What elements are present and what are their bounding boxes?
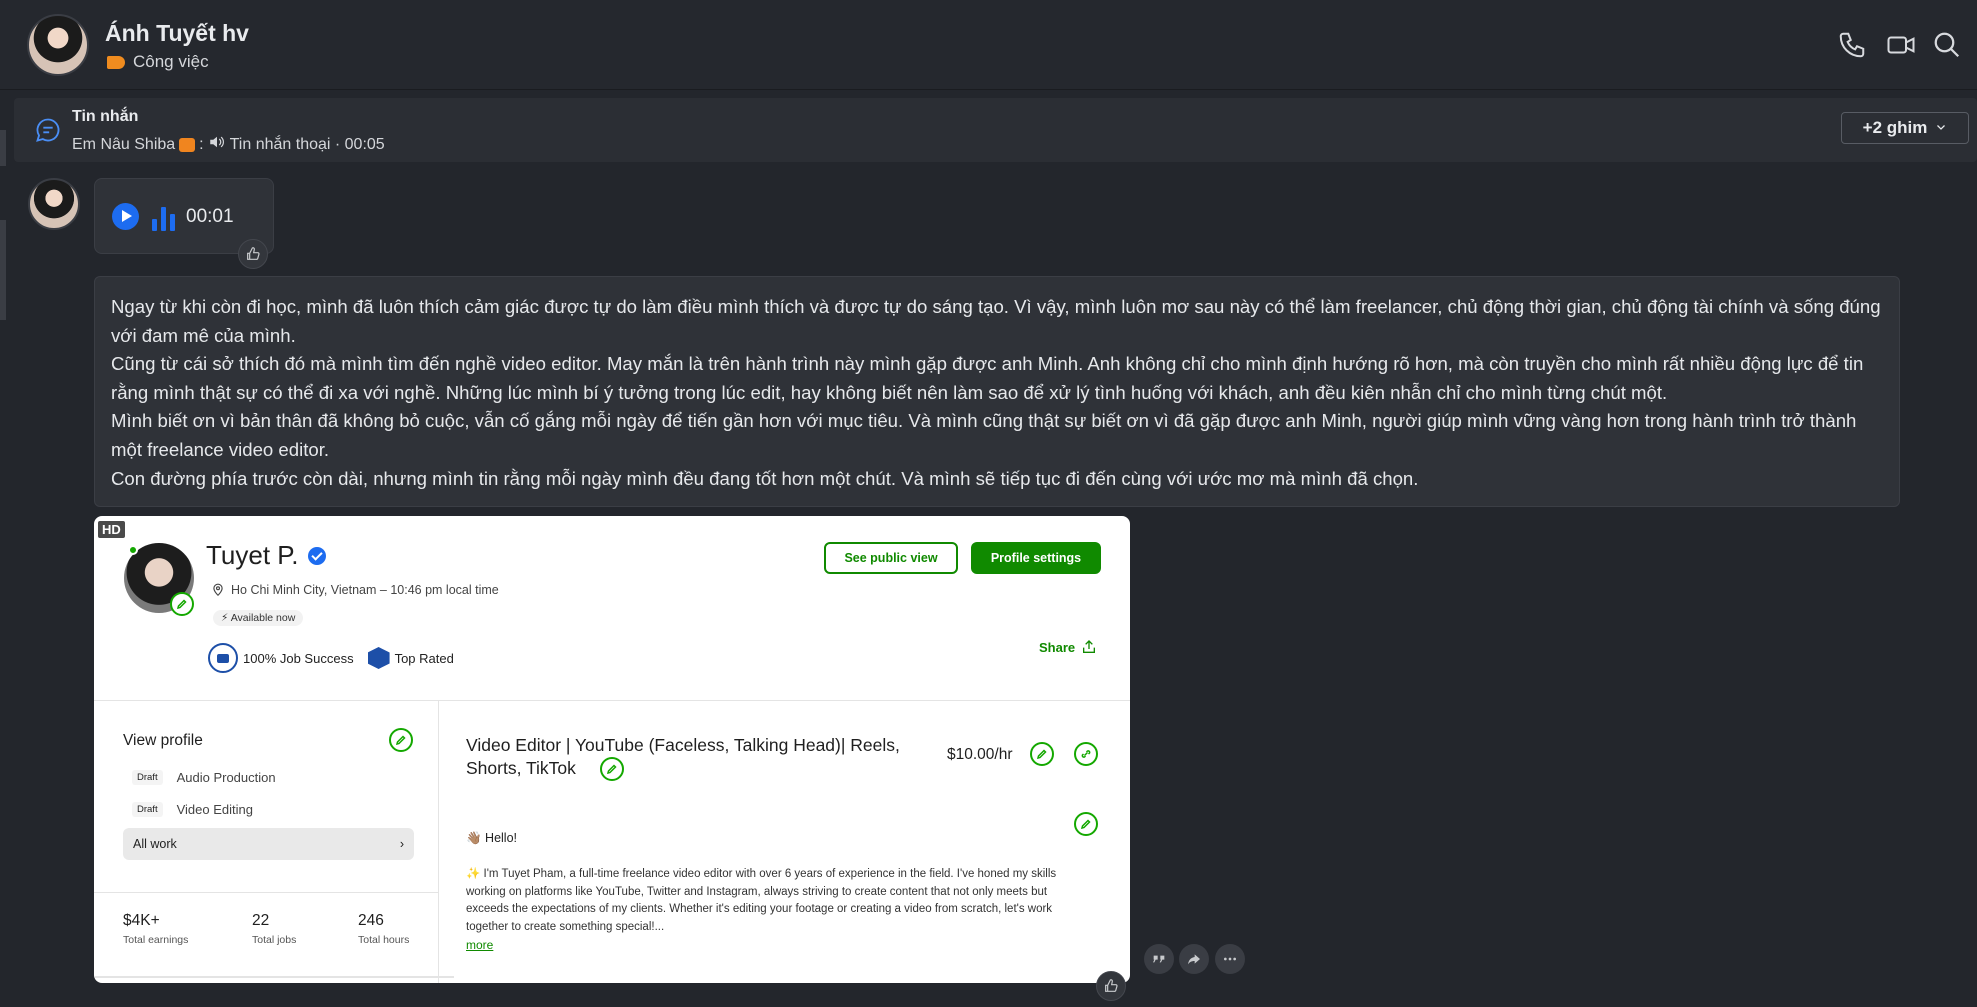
draft-item: Draft Audio Production [132,770,276,785]
link-icon [1074,742,1098,766]
chevron-down-icon [1935,118,1947,138]
chevron-right-icon: › [399,837,404,851]
hd-badge: HD [98,521,125,538]
edit-icon [1030,742,1054,766]
quote-reply-button[interactable] [1144,944,1174,974]
availability-text: Available now [230,612,296,624]
cat-emoji-icon [179,137,196,152]
scroll-marker [0,220,6,320]
play-icon[interactable] [112,203,139,230]
search-icon[interactable] [1932,30,1962,60]
draft-label: Video Editing [176,802,253,817]
pinned-content: Tin nhắn thoại · 00:05 [229,135,385,153]
draft-badge: Draft [132,770,163,785]
top-rated-text: Top Rated [394,650,454,666]
edit-icon [389,728,413,752]
bio-greeting: 👋🏽 Hello! [466,831,517,845]
sender-avatar[interactable] [28,178,80,230]
draft-label: Audio Production [176,770,276,785]
more-options-button[interactable] [1215,944,1245,974]
stat-value: 246 [358,912,384,929]
more-link: more [466,938,494,952]
pinned-separator: : [199,135,204,153]
more-pins-label: +2 ghim [1862,118,1928,137]
stat-label: Total jobs [252,934,297,946]
contact-tag[interactable]: Công việc [107,52,209,72]
share-link: Share [1039,639,1097,655]
draft-badge: Draft [132,802,163,817]
stat-total-jobs: 22 Total jobs [252,912,296,946]
contact-avatar[interactable] [27,14,89,76]
edit-icon [1074,812,1098,836]
availability-badge: ⚡ Available now [213,610,304,626]
divider [94,700,1130,701]
stat-value: 22 [252,912,270,929]
chat-header: Ánh Tuyết hv Công việc [0,0,1977,90]
top-rated-badge: Top Rated [367,647,454,669]
more-icon [1224,957,1236,961]
stat-value: $4K+ [123,912,160,929]
quote-icon [1153,955,1165,963]
profile-settings-button: Profile settings [971,542,1101,574]
message-paragraph: Cũng từ cái sở thích đó mà mình tìm đến … [111,353,1864,403]
see-public-view-button: See public view [824,542,958,574]
stat-total-earnings: $4K+ Total earnings [123,912,188,946]
edit-icon [170,592,194,616]
top-rated-icon [367,647,390,669]
divider [94,892,438,893]
tag-icon [107,55,125,69]
message-paragraph: Mình biết ơn vì bản thân đã không bỏ cuộ… [111,410,1857,460]
more-pins-button[interactable]: +2 ghim [1841,112,1969,144]
edit-icon [600,757,624,781]
forward-button[interactable] [1179,944,1209,974]
draft-item: Draft Video Editing [132,802,253,817]
stat-label: Total earnings [123,934,189,946]
message-paragraph: Con đường phía trước còn dài, nhưng mình… [111,467,1419,489]
stat-total-hours: 246 Total hours [358,912,409,946]
thumbs-up-icon [1105,979,1118,992]
all-work-row: All work › [123,828,414,860]
speaker-icon [208,133,226,156]
tag-label: Công việc [133,52,209,71]
all-work-label: All work [133,837,177,851]
image-message[interactable]: HD Tuyet P. Ho Chi Minh City, Vietnam – … [94,516,1130,983]
hourly-rate: $10.00/hr [947,746,1013,763]
like-reaction-button[interactable] [1096,971,1126,1001]
divider [94,976,454,978]
share-icon [1083,640,1096,653]
phone-icon[interactable] [1837,30,1867,60]
divider [438,701,439,983]
job-success-text: 100% Job Success [243,650,354,666]
profile-name: Tuyet P. [206,540,299,570]
verified-icon [308,547,326,565]
bio-text: ✨ I'm Tuyet Pham, a full-time freelance … [466,868,1057,933]
message-paragraph: Ngay từ khi còn đi học, mình đã luôn thí… [111,296,1881,346]
location-pin-icon [213,583,223,597]
pinned-title: Tin nhắn [72,108,139,125]
crown-icon [208,643,238,673]
like-reaction-button[interactable] [238,239,268,269]
location-text: Ho Chi Minh City, Vietnam – 10:46 pm loc… [231,583,499,597]
voice-duration: 00:01 [186,206,234,227]
job-success-badge: 100% Job Success [208,643,354,673]
video-call-icon[interactable] [1886,30,1916,60]
pinned-preview: Em Nâu Shiba : Tin nhắn thoại · 00:05 [72,133,385,156]
thumbs-up-icon [247,247,260,260]
stat-label: Total hours [358,934,410,946]
online-status-dot [128,545,138,555]
share-text: Share [1039,639,1076,655]
pinned-sender: Em Nâu Shiba [72,135,176,153]
text-message[interactable]: Ngay từ khi còn đi học, mình đã luôn thí… [94,276,1900,507]
profile-location: Ho Chi Minh City, Vietnam – 10:46 pm loc… [211,583,499,597]
message-icon [34,116,62,144]
contact-name[interactable]: Ánh Tuyết hv [105,20,249,47]
view-profile-title: View profile [123,732,203,749]
job-title: Video Editor | YouTube (Faceless, Talkin… [466,735,900,778]
pinned-message-bar[interactable]: Tin nhắn Em Nâu Shiba : Tin nhắn thoại ·… [14,98,1977,162]
waveform-icon [152,203,176,231]
badges-row: 100% Job Success Top Rated [208,643,454,673]
forward-icon [1188,954,1200,965]
scroll-marker [0,130,6,166]
